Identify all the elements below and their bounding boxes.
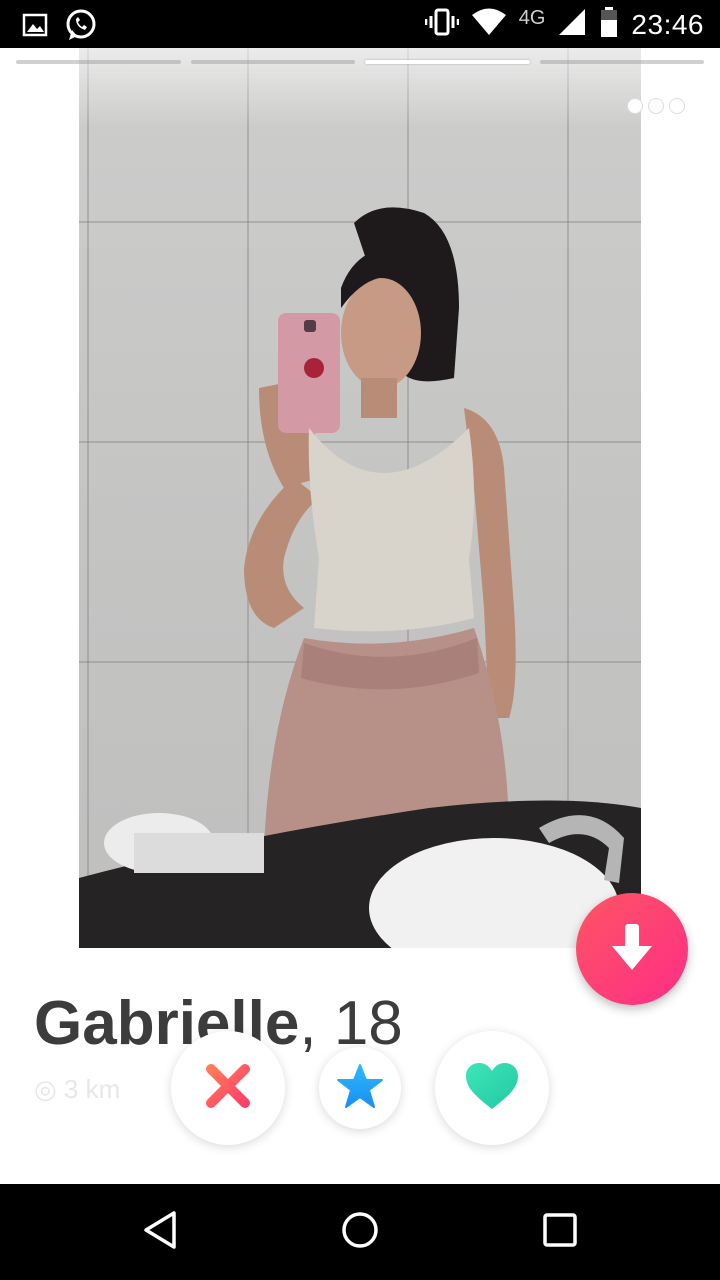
more-dots-icon[interactable] [627, 98, 685, 114]
network-type: 4G [518, 7, 546, 29]
open-profile-button[interactable] [576, 893, 688, 1005]
photo-tab-1[interactable] [16, 60, 181, 64]
photo-tab-4[interactable] [539, 60, 704, 64]
location-icon: ◎ [34, 1074, 57, 1104]
image-icon [22, 13, 48, 42]
home-icon [340, 1210, 380, 1255]
close-icon [203, 1061, 253, 1116]
name-separator: , [299, 989, 317, 1058]
status-bar: 4G 23:46 [0, 0, 720, 48]
photo-tab-3[interactable] [365, 60, 530, 64]
card-margin-left [0, 48, 79, 948]
dot [648, 98, 664, 114]
nope-button[interactable] [171, 1031, 285, 1145]
dot [627, 98, 643, 114]
photo-subject [79, 207, 641, 948]
dot [669, 98, 685, 114]
super-like-button[interactable] [319, 1047, 401, 1129]
heart-icon [464, 1061, 520, 1116]
card-margin-right [641, 48, 720, 948]
recents-button[interactable] [540, 1212, 580, 1252]
star-icon [336, 1063, 384, 1114]
distance-row: ◎ 3 km [34, 1074, 120, 1105]
arrow-down-icon [610, 922, 654, 977]
navigation-bar [0, 1184, 720, 1280]
photo-tab-2[interactable] [190, 60, 355, 64]
home-button[interactable] [340, 1210, 380, 1255]
bottom-bar-background [0, 1120, 720, 1184]
photo-progress-tabs [16, 60, 704, 64]
profile-photo[interactable] [79, 48, 641, 948]
whatsapp-icon [64, 8, 98, 47]
like-button[interactable] [435, 1031, 549, 1145]
cell-signal-icon [557, 7, 587, 42]
back-icon [142, 1210, 178, 1255]
clock: 23:46 [631, 8, 704, 40]
back-button[interactable] [140, 1210, 180, 1255]
distance-text: 3 km [63, 1074, 121, 1104]
wifi-icon [471, 8, 507, 41]
vibrate-icon [424, 7, 459, 42]
recents-icon [542, 1212, 578, 1253]
battery-icon [599, 6, 619, 43]
